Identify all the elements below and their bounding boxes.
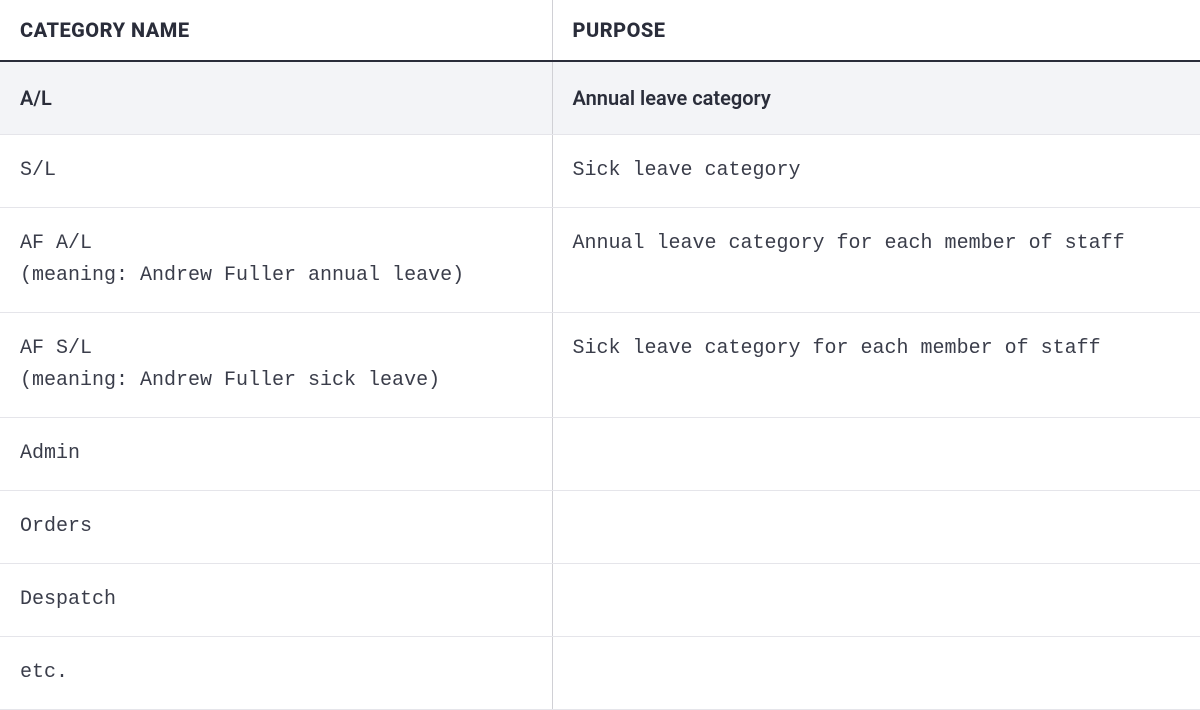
cell-category-name: Admin [0, 418, 552, 491]
cell-purpose [552, 637, 1200, 710]
category-name-text: A/L [20, 86, 52, 110]
table-row: Admin [0, 418, 1200, 491]
cell-purpose: Sick leave category for each member of s… [552, 313, 1200, 418]
table-row: AF A/L (meaning: Andrew Fuller annual lea… [0, 208, 1200, 313]
table-row: AF S/L (meaning: Andrew Fuller sick leave… [0, 313, 1200, 418]
cell-category-name: A/L [0, 61, 552, 135]
category-name-text: Admin [20, 442, 80, 465]
category-name-text: etc. [20, 661, 68, 684]
table-header-row: Category Name Purpose [0, 0, 1200, 61]
category-name-text: Despatch [20, 588, 116, 611]
cell-purpose [552, 418, 1200, 491]
cell-category-name: etc. [0, 637, 552, 710]
cell-purpose: Annual leave category for each member of… [552, 208, 1200, 313]
cell-category-name: Orders [0, 491, 552, 564]
category-name-text: S/L [20, 159, 56, 182]
cell-purpose [552, 564, 1200, 637]
table-row: etc. [0, 637, 1200, 710]
cell-category-name: Despatch [0, 564, 552, 637]
cell-purpose: Annual leave category [552, 61, 1200, 135]
cell-category-name: S/L [0, 135, 552, 208]
category-name-text: AF A/L [20, 232, 92, 255]
category-name-subtext: (meaning: Andrew Fuller sick leave) [20, 365, 532, 397]
cell-purpose [552, 491, 1200, 564]
category-name-text: AF S/L [20, 337, 92, 360]
category-name-subtext: (meaning: Andrew Fuller annual leave) [20, 260, 532, 292]
header-purpose: Purpose [552, 0, 1200, 61]
cell-purpose: Sick leave category [552, 135, 1200, 208]
category-table: Category Name Purpose A/L Annual leave ca… [0, 0, 1200, 710]
table-row: Despatch [0, 564, 1200, 637]
cell-category-name: AF S/L (meaning: Andrew Fuller sick leave… [0, 313, 552, 418]
table-row: S/L Sick leave category [0, 135, 1200, 208]
cell-category-name: AF A/L (meaning: Andrew Fuller annual lea… [0, 208, 552, 313]
category-name-text: Orders [20, 515, 92, 538]
header-category-name: Category Name [0, 0, 552, 61]
table-row: Orders [0, 491, 1200, 564]
table-row: A/L Annual leave category [0, 61, 1200, 135]
